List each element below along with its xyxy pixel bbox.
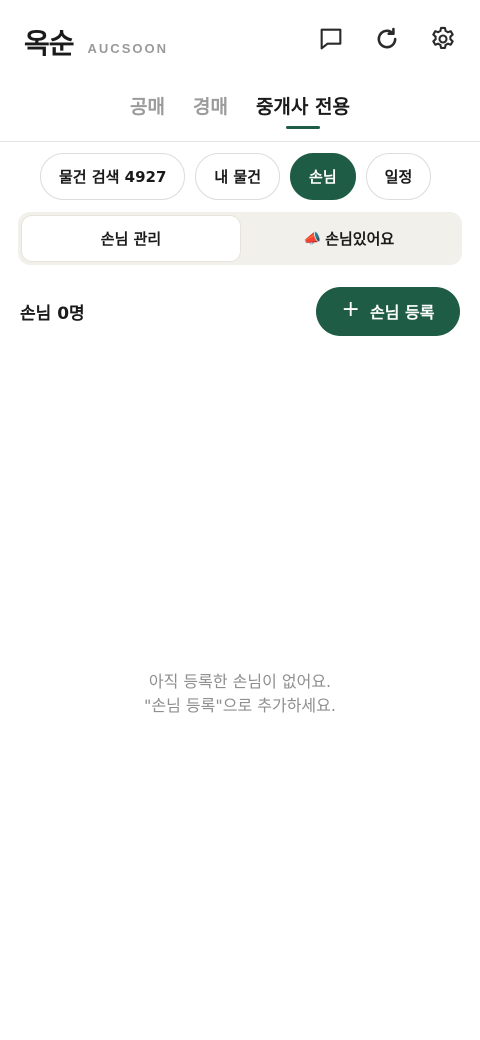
segment-customer-management[interactable]: 손님 관리	[22, 216, 240, 261]
sub-nav-chips: 물건 검색 4927 내 물건 손님 일정	[40, 153, 432, 200]
empty-state-line-1: 아직 등록한 손님이 없어요.	[148, 672, 332, 691]
chip-my-property[interactable]: 내 물건	[195, 153, 281, 200]
chat-icon[interactable]	[314, 22, 348, 56]
chip-property-search[interactable]: 물건 검색 4927	[40, 153, 186, 200]
chip-customers[interactable]: 손님	[290, 153, 356, 200]
brand-subtitle: AUCSOON	[87, 41, 168, 56]
brand: 옥순 AUCSOON	[24, 22, 168, 62]
segment-have-customers-label: 손님있어요	[325, 230, 395, 248]
customer-count: 손님 0명	[20, 303, 85, 324]
main-tabs: 공매 경매 중개사 전용	[0, 82, 480, 142]
tab-court-auction[interactable]: 경매	[193, 82, 228, 141]
empty-state-line-2: "손님 등록"으로 추가하세요.	[144, 696, 336, 715]
tab-broker-only[interactable]: 중개사 전용	[256, 82, 350, 141]
segmented-control: 손님 관리 📣 손님있어요	[18, 212, 462, 265]
customer-list-header: 손님 0명 + 손님 등록	[20, 286, 460, 336]
header-actions	[314, 22, 460, 56]
megaphone-icon: 📣	[303, 230, 322, 247]
app-header: 옥순 AUCSOON	[0, 0, 480, 80]
empty-state: 아직 등록한 손님이 없어요. "손님 등록"으로 추가하세요.	[0, 670, 480, 718]
chip-schedule[interactable]: 일정	[365, 153, 432, 200]
refresh-icon[interactable]	[370, 22, 404, 56]
brand-name: 옥순	[24, 27, 75, 60]
add-customer-button[interactable]: + 손님 등록	[316, 286, 460, 336]
plus-icon: +	[341, 297, 360, 322]
add-customer-label: 손님 등록	[369, 303, 435, 322]
gear-icon[interactable]	[426, 22, 460, 56]
segment-have-customers[interactable]: 📣 손님있어요	[240, 216, 458, 261]
tab-public-auction[interactable]: 공매	[130, 82, 165, 141]
